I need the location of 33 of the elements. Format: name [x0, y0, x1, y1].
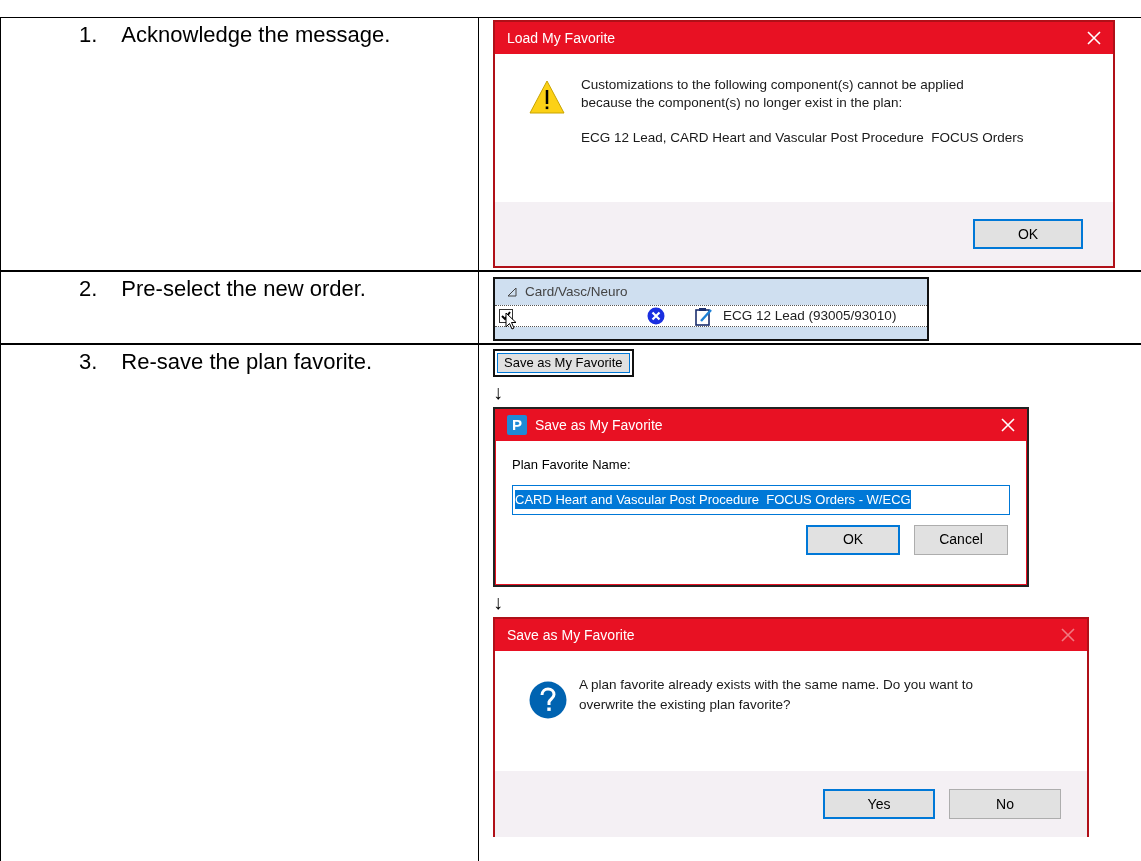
- clipboard-pencil-icon: [695, 306, 713, 326]
- expand-icon[interactable]: [507, 287, 517, 297]
- dialog-detail: ECG 12 Lead, CARD Heart and Vascular Post Procedure FOCUS Orders: [581, 129, 1024, 147]
- dialog-button[interactable]: Cancel: [914, 524, 1008, 555]
- down-arrow: ↓: [493, 380, 503, 404]
- dialog-message: A plan favorite already exists with the same name. Do you want to overwrite the existing plan favorite?: [579, 676, 974, 714]
- step-number: 3.: [79, 348, 98, 376]
- field-label: Plan Favorite Name:: [512, 456, 632, 474]
- app-logo: P: [507, 415, 527, 435]
- step-number: 1.: [79, 21, 98, 49]
- dialog-button[interactable]: No: [949, 789, 1061, 819]
- dialog-message: Customizations to the following component(s) cannot be applied because the component(s) no longer exist in the plan:: [581, 76, 965, 112]
- order-row[interactable]: ECG 12 Lead (93005/93010): [495, 305, 927, 327]
- name-input-field[interactable]: CARD Heart and Vascular Post Procedure FOCUS Orders - W/ECG: [512, 484, 1010, 515]
- save-favorite-button[interactable]: Save as My Favorite: [493, 349, 634, 377]
- cursor-icon: [505, 312, 517, 330]
- step-number: 2.: [79, 275, 98, 303]
- order-label: ECG 12 Lead (93005/93010): [723, 306, 897, 325]
- cancel-circle-icon: [647, 307, 665, 325]
- question-icon: [529, 681, 567, 719]
- dialog-title: Load My Favorite: [507, 28, 617, 48]
- step-instruction: Re-save the plan favorite.: [121, 348, 373, 376]
- down-arrow: ↓: [493, 590, 503, 614]
- field-value: CARD Heart and Vascular Post Procedure FOCUS Orders - W/ECG: [515, 489, 911, 510]
- dialog-button[interactable]: Yes: [823, 789, 935, 819]
- step-instruction: Pre-select the new order.: [121, 275, 366, 303]
- dialog-title: Save as My Favorite: [535, 415, 664, 435]
- group-label: Card/Vasc/Neuro: [525, 282, 628, 301]
- warning-icon: [529, 80, 565, 114]
- dialog-button[interactable]: OK: [806, 524, 900, 555]
- dialog-title: Save as My Favorite: [507, 625, 636, 645]
- step-instruction: Acknowledge the message.: [121, 21, 391, 49]
- dialog-button[interactable]: OK: [973, 219, 1083, 249]
